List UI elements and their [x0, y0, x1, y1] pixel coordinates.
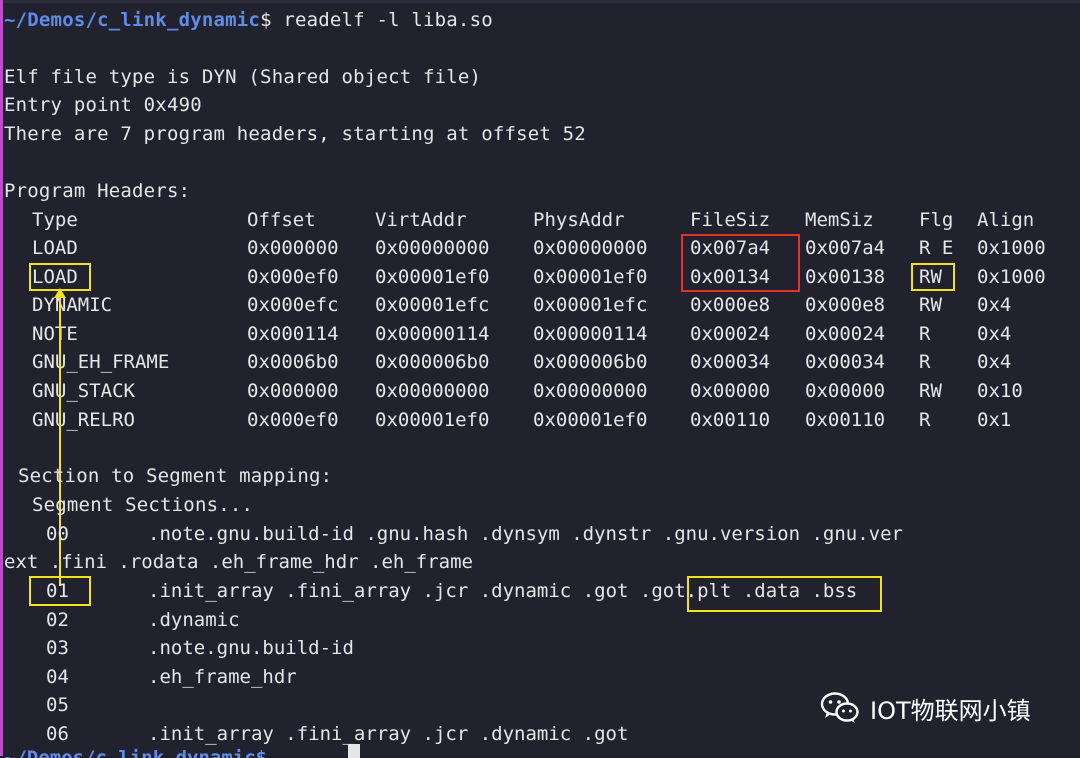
cell-flg: RW: [919, 265, 942, 288]
col-memsiz: MemSiz: [805, 209, 874, 231]
cell-type: LOAD: [32, 265, 78, 288]
watermark: IOT物联网小镇: [820, 688, 1031, 728]
cell-filesiz: 0x000e8: [690, 294, 771, 317]
cell-flg: R: [919, 351, 931, 374]
cell-flg: RW: [919, 294, 942, 317]
cell-type: NOTE: [32, 322, 78, 345]
cell-type: GNU_EH_FRAME: [32, 351, 170, 374]
cell-offset: 0x000ef0: [247, 408, 339, 431]
cell-virtaddr: 0x00000000: [375, 380, 490, 402]
cell-memsiz: 0x00000: [805, 380, 886, 402]
arrow-up-icon: [54, 288, 66, 298]
cell-physaddr: 0x00001ef0: [533, 408, 648, 431]
cell-offset: 0x000114: [247, 322, 339, 345]
col-virtaddr: VirtAddr: [375, 209, 467, 231]
cell-flg: R: [919, 322, 931, 345]
segment-05: 05: [46, 694, 69, 716]
cell-filesiz: 0x007a4: [690, 237, 771, 259]
cell-physaddr: 0x00001efc: [533, 294, 648, 317]
terminal-left-edge: [0, 0, 3, 756]
segment-02: 02: [46, 609, 69, 631]
cell-memsiz: 0x00024: [805, 322, 886, 345]
segment-03: 03: [46, 637, 69, 659]
cell-virtaddr: 0x00001ef0: [375, 408, 490, 431]
segment-00-sections: .note.gnu.build-id .gnu.hash .dynsym .dy…: [148, 523, 903, 545]
cell-type: DYNAMIC: [32, 294, 113, 317]
cell-physaddr: 0x000006b0: [533, 351, 648, 374]
terminal-top-edge: [0, 0, 1080, 3]
terminal-window[interactable]: ~/Demos/c_link_dynamic$ readelf -l liba.…: [0, 0, 1080, 758]
cell-offset: 0x000000: [247, 380, 339, 402]
cell-align: 0x10: [977, 380, 1023, 402]
cell-offset: 0x000000: [247, 237, 339, 259]
segment-01-sections-c: .data .bss: [731, 580, 858, 602]
segment-04: 04: [46, 666, 69, 688]
segment-01-sections: .init_array .fini_array .jcr .dynamic .g…: [148, 577, 857, 605]
cell-memsiz: 0x007a4: [805, 237, 886, 259]
segment-01-sections-a: .init_array .fini_array .jcr .dynamic: [148, 580, 583, 602]
cell-type: GNU_STACK: [32, 380, 135, 402]
cell-filesiz: 0x00000: [690, 380, 771, 402]
segment-02-sections: .dynamic: [148, 609, 240, 631]
cell-memsiz: 0x00034: [805, 351, 886, 374]
mapping-header: Segment Sections...: [32, 494, 254, 516]
segment-01: 01: [46, 580, 69, 602]
watermark-text: IOT物联网小镇: [870, 696, 1031, 725]
program-header-count-line: There are 7 program headers, starting at…: [4, 123, 586, 145]
cell-virtaddr: 0x00000000: [375, 237, 490, 259]
program-headers-title: Program Headers:: [4, 180, 191, 202]
cell-flg: R E: [919, 237, 954, 259]
cell-virtaddr: 0x00000114: [375, 322, 490, 345]
segment-03-sections: .note.gnu.build-id: [148, 637, 354, 659]
cell-filesiz: 0x00024: [690, 322, 771, 345]
col-align: Align: [977, 209, 1035, 231]
cell-align: 0x1: [977, 408, 1012, 431]
cell-physaddr: 0x00000000: [533, 380, 648, 402]
cell-flg: RW: [919, 380, 942, 402]
cell-memsiz: 0x00138: [805, 265, 886, 288]
cell-align: 0x1000: [977, 265, 1046, 288]
cell-align: 0x4: [977, 351, 1012, 374]
cell-virtaddr: 0x00001ef0: [375, 265, 490, 288]
cell-offset: 0x000ef0: [247, 265, 339, 288]
col-filesiz: FileSiz: [690, 209, 771, 231]
segment-04-sections: .eh_frame_hdr: [148, 666, 297, 688]
entry-point-line: Entry point 0x490: [4, 94, 202, 116]
mapping-title: Section to Segment mapping:: [18, 465, 333, 487]
col-type: Type: [32, 209, 78, 231]
cell-virtaddr: 0x00001efc: [375, 294, 490, 317]
prompt-path: ~/Demos/c_link_dynamic: [4, 9, 261, 31]
prompt-line: ~/Demos/c_link_dynamic$ readelf -l liba.…: [4, 6, 493, 34]
cell-type: GNU_RELRO: [32, 408, 135, 431]
cell-memsiz: 0x000e8: [805, 294, 886, 317]
cell-memsiz: 0x00110: [805, 408, 886, 431]
cell-offset: 0x0006b0: [247, 351, 339, 374]
col-physaddr: PhysAddr: [533, 209, 625, 231]
segment-00: 00: [46, 523, 69, 545]
elf-type-line: Elf file type is DYN (Shared object file…: [4, 66, 482, 88]
cell-filesiz: 0x00110: [690, 408, 771, 431]
command-text: readelf -l liba.so: [283, 9, 493, 31]
cell-flg: R: [919, 408, 931, 431]
cell-virtaddr: 0x000006b0: [375, 351, 490, 374]
prompt-dollar: $: [260, 9, 284, 31]
cell-type: LOAD: [32, 237, 78, 259]
cell-align: 0x1000: [977, 237, 1046, 259]
cell-physaddr: 0x00000000: [533, 237, 648, 259]
segment-01-got-sections: .got .got.plt: [582, 580, 732, 602]
cell-align: 0x4: [977, 294, 1012, 317]
wechat-icon: [820, 692, 859, 723]
segment-00-sections-wrap: ext .fini .rodata .eh_frame_hdr .eh_fram…: [4, 551, 473, 573]
cell-physaddr: 0x00001ef0: [533, 265, 648, 288]
col-offset: Offset: [247, 209, 316, 231]
cell-filesiz: 0x00134: [690, 265, 771, 288]
col-flg: Flg: [919, 209, 954, 231]
cell-filesiz: 0x00034: [690, 351, 771, 374]
cell-align: 0x4: [977, 322, 1012, 345]
cell-physaddr: 0x00000114: [533, 322, 648, 345]
cell-offset: 0x000efc: [247, 294, 339, 317]
